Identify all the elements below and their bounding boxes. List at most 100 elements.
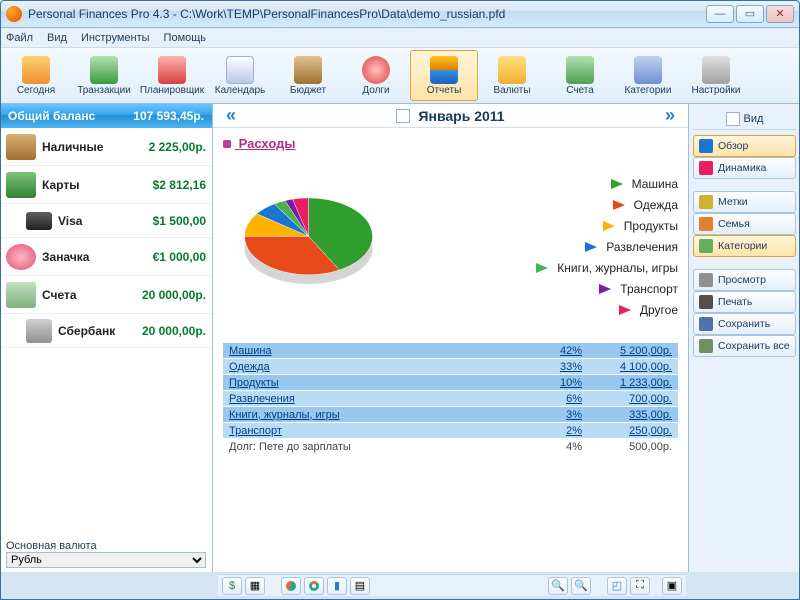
zoom-out-button[interactable]: 🔍 [571, 577, 591, 595]
table-row[interactable]: Одежда33%4 100,00р. [223, 359, 678, 375]
button-icon [699, 317, 713, 331]
balance-label: Общий баланс [8, 109, 95, 123]
toolbar-календарь[interactable]: Календарь [206, 50, 274, 101]
layout-icon [726, 112, 740, 126]
toolbar-категории[interactable]: Категории [614, 50, 682, 101]
report-area: « Январь 2011 » Расходы МашинаОдеждаПрод… [213, 104, 688, 572]
panel-button-просмотр[interactable]: Просмотр [693, 269, 796, 291]
app-icon [6, 6, 22, 22]
legend-item: Машина [421, 174, 678, 195]
toolbar-долги[interactable]: Долги [342, 50, 410, 101]
table-row[interactable]: Машина42%5 200,00р. [223, 343, 678, 359]
visa-icon [26, 212, 52, 230]
table-row[interactable]: Книги, журналы, игры3%335,00р. [223, 407, 678, 423]
balance-bar: Общий баланс 107 593,45р. [0, 104, 212, 128]
balance-value: 107 593,45р. [133, 109, 204, 123]
menu-help[interactable]: Помощь [164, 32, 207, 44]
account-карты[interactable]: Карты$2 812,16 [0, 166, 212, 204]
maximize-button[interactable]: ▭ [736, 5, 764, 23]
legend-item: Книги, журналы, игры [421, 258, 678, 279]
table-row: Долг: Пете до зарплаты4%500,00р. [223, 439, 678, 455]
button-icon [699, 339, 713, 353]
button-icon [699, 195, 713, 209]
toolbar-icon [566, 56, 594, 84]
panel-button-печать[interactable]: Печать [693, 291, 796, 313]
piggy-icon [6, 244, 36, 270]
cards-icon [6, 172, 36, 198]
calendar-icon [396, 109, 410, 123]
pie-chart-button[interactable] [281, 577, 301, 595]
menu-view[interactable]: Вид [47, 32, 67, 44]
toolbar-настройки[interactable]: Настройки [682, 50, 750, 101]
donut-chart-button[interactable] [304, 577, 324, 595]
bar-chart-button[interactable]: ▮ [327, 577, 347, 595]
panel-button-динамика[interactable]: Динамика [693, 157, 796, 179]
view-panel: Вид ОбзорДинамика МеткиСемьяКатегории Пр… [688, 104, 800, 572]
table-button[interactable]: ▤ [350, 577, 370, 595]
toolbar-бюджет[interactable]: Бюджет [274, 50, 342, 101]
legend-item: Продукты [421, 216, 678, 237]
panel-button-сохранить-все[interactable]: Сохранить все [693, 335, 796, 357]
account-счета[interactable]: Счета20 000,00р. [0, 276, 212, 314]
toolbar-icon [22, 56, 50, 84]
currency-toggle-button[interactable]: $ [222, 577, 242, 595]
toolbar-планировщик[interactable]: Планировщик [138, 50, 206, 101]
date-nav: « Январь 2011 » [213, 104, 688, 128]
bottom-toolbar: $ ▦ ▮ ▤ 🔍 🔍 ◰ ⛶ ▣ [218, 574, 686, 596]
toolbar-счета[interactable]: Счета [546, 50, 614, 101]
account-заначка[interactable]: Заначка€1 000,00 [0, 238, 212, 276]
current-month: Январь 2011 [418, 108, 504, 124]
toolbar-сегодня[interactable]: Сегодня [2, 50, 70, 101]
fullscreen-button[interactable]: ▣ [662, 577, 682, 595]
menubar: Файл Вид Инструменты Помощь [0, 28, 800, 48]
toolbar-отчеты[interactable]: Отчеты [410, 50, 478, 101]
table-row[interactable]: Продукты10%1 233,00р. [223, 375, 678, 391]
button-icon [699, 161, 713, 175]
detach-button[interactable]: ◰ [607, 577, 627, 595]
expand-button[interactable]: ⛶ [630, 577, 650, 595]
menu-file[interactable]: Файл [6, 32, 33, 44]
table-row[interactable]: Транспорт2%250,00р. [223, 423, 678, 439]
layout-button[interactable]: ▦ [245, 577, 265, 595]
bullet-icon [223, 140, 231, 148]
toolbar-icon [90, 56, 118, 84]
currency-select[interactable]: Рубль [6, 552, 206, 568]
minimize-button[interactable]: — [706, 5, 734, 23]
currency-label: Основная валюта [6, 540, 206, 552]
button-icon [699, 217, 713, 231]
toolbar-icon [498, 56, 526, 84]
bills-icon [6, 282, 36, 308]
account-наличные[interactable]: Наличные2 225,00р. [0, 128, 212, 166]
wallet-icon [6, 134, 36, 160]
panel-button-семья[interactable]: Семья [693, 213, 796, 235]
main-toolbar: СегодняТранзакцииПланировщикКалендарьБюд… [0, 48, 800, 104]
toolbar-транзакции[interactable]: Транзакции [70, 50, 138, 101]
next-month-button[interactable]: » [658, 107, 682, 125]
legend-item: Транспорт [421, 279, 678, 300]
toolbar-icon [634, 56, 662, 84]
expense-table: Машина42%5 200,00р.Одежда33%4 100,00р.Пр… [223, 343, 678, 455]
panel-button-категории[interactable]: Категории [693, 235, 796, 257]
account-сбербанк[interactable]: Сбербанк20 000,00р. [0, 314, 212, 348]
panel-button-обзор[interactable]: Обзор [693, 135, 796, 157]
button-icon [699, 295, 713, 309]
account-visa[interactable]: Visa$1 500,00 [0, 204, 212, 238]
panel-button-сохранить[interactable]: Сохранить [693, 313, 796, 335]
menu-tools[interactable]: Инструменты [81, 32, 150, 44]
chart-legend: МашинаОдеждаПродуктыРазвлеченияКниги, жу… [421, 174, 678, 321]
expense-pie-chart [223, 167, 403, 327]
safe-icon [26, 319, 52, 343]
accounts-sidebar: Общий баланс 107 593,45р. Наличные2 225,… [0, 104, 213, 572]
close-button[interactable]: ✕ [766, 5, 794, 23]
titlebar: Personal Finances Pro 4.3 - C:\Work\TEMP… [0, 0, 800, 28]
toolbar-валюты[interactable]: Валюты [478, 50, 546, 101]
view-panel-header: Вид [693, 108, 796, 130]
toolbar-icon [702, 56, 730, 84]
legend-item: Развлечения [421, 237, 678, 258]
button-icon [699, 273, 713, 287]
report-title-link[interactable]: Расходы [223, 136, 678, 151]
zoom-in-button[interactable]: 🔍 [548, 577, 568, 595]
panel-button-метки[interactable]: Метки [693, 191, 796, 213]
prev-month-button[interactable]: « [219, 107, 243, 125]
table-row[interactable]: Развлечения6%700,00р. [223, 391, 678, 407]
